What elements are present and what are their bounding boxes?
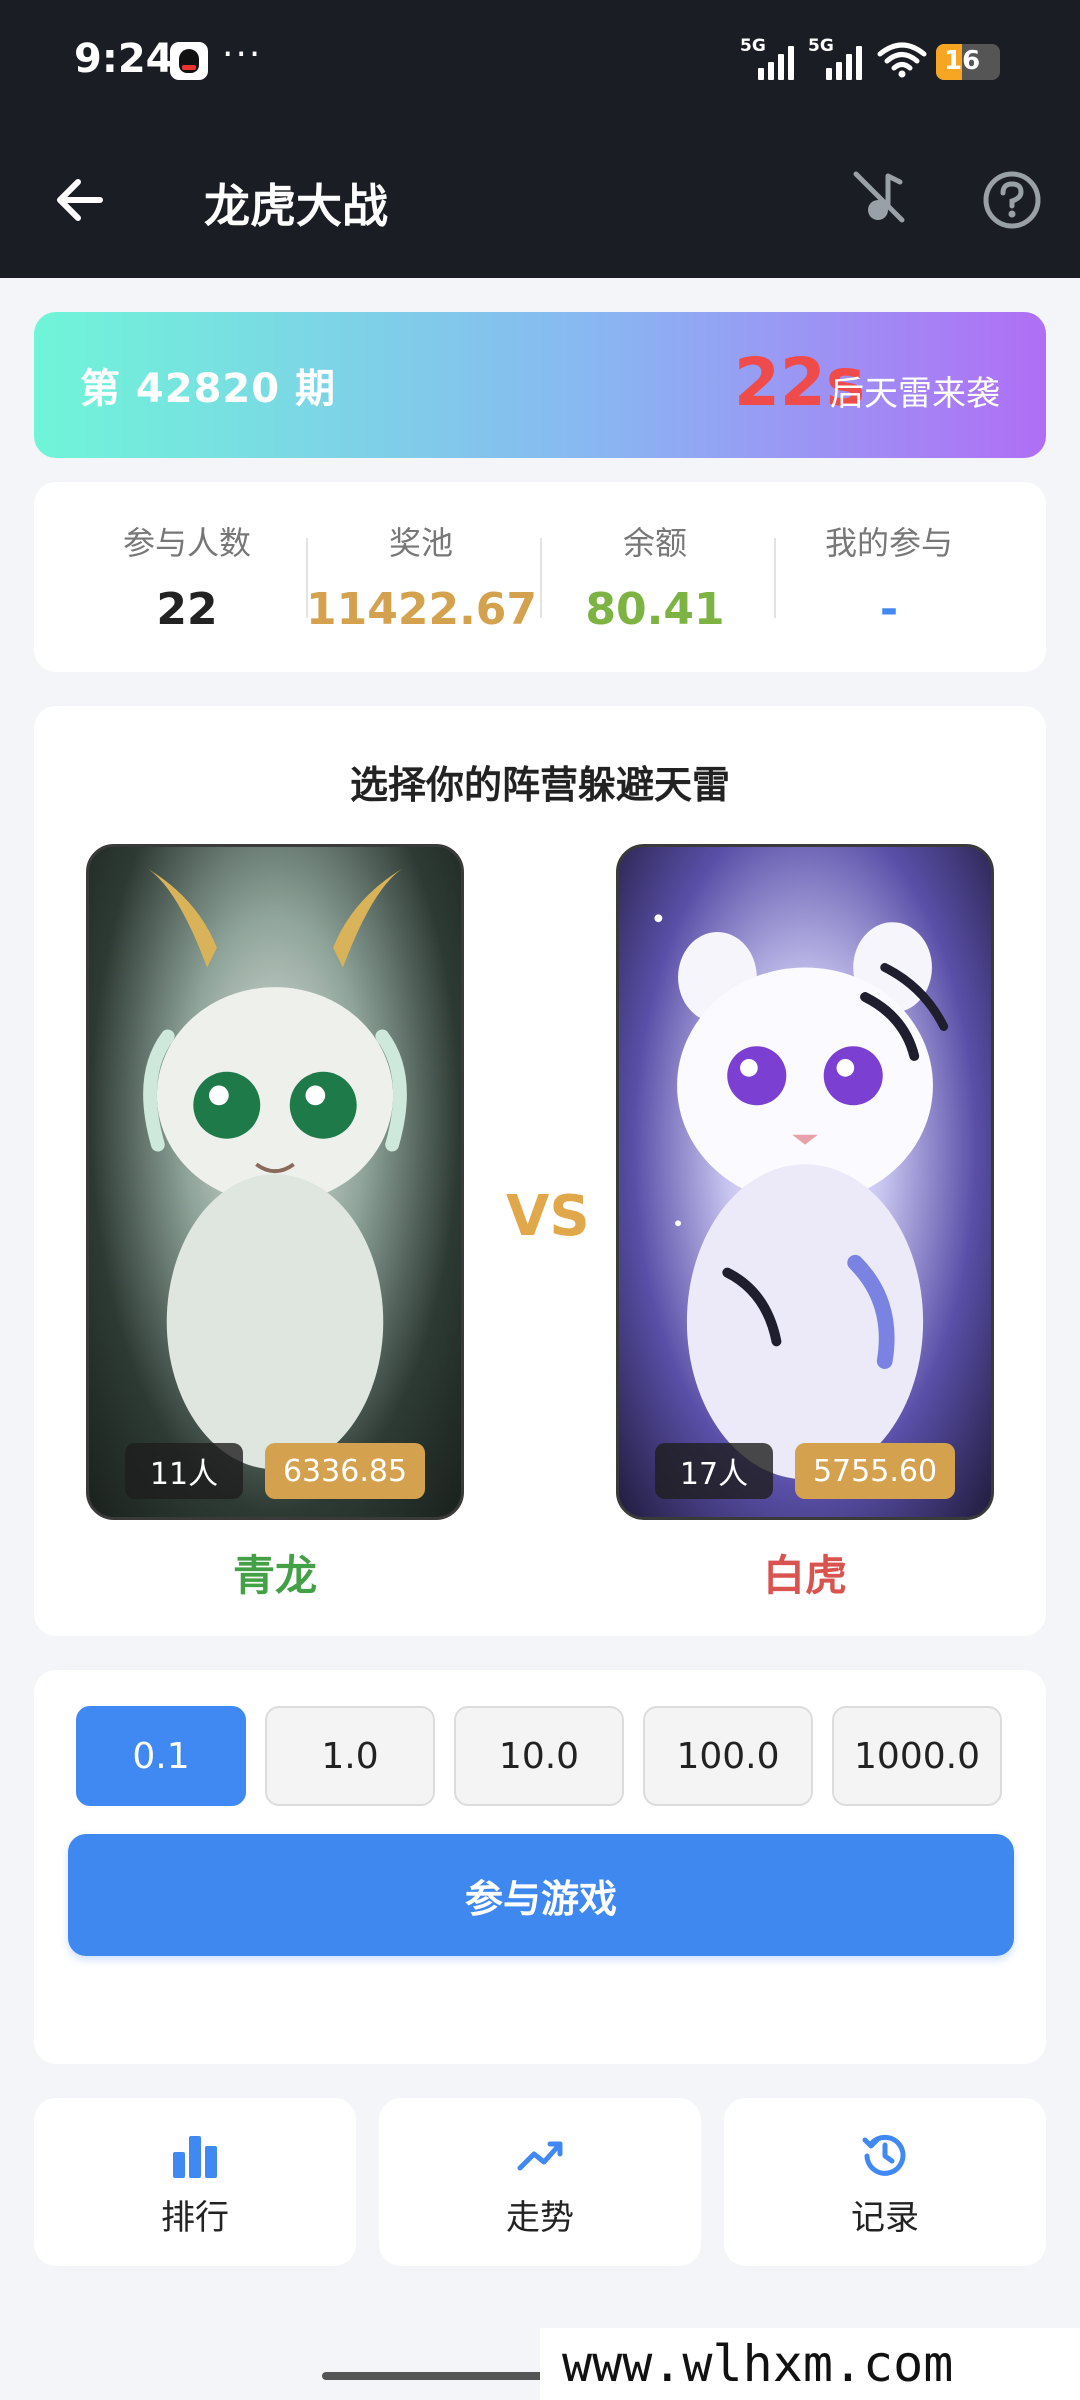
- signal-icon-2: 5G: [808, 36, 868, 80]
- status-bar: 9:24 ··· 5G 5G 16: [0, 0, 1080, 130]
- stat-label: 我的参与: [824, 524, 953, 562]
- tab-history[interactable]: 记录: [724, 2098, 1046, 2266]
- amount-option-1000.0[interactable]: 1000.0: [832, 1706, 1002, 1806]
- stat-value: 22: [156, 584, 218, 635]
- trend-icon: [517, 2141, 563, 2171]
- bet-card: 0.1 1.0 10.0 100.0 1000.0 参与游戏: [34, 1670, 1046, 2064]
- status-time: 9:24: [74, 36, 174, 82]
- stat-label: 奖池: [388, 524, 453, 562]
- battery-level: 16: [944, 46, 981, 76]
- page-title: 龙虎大战: [204, 179, 388, 233]
- tiger-name[interactable]: 白虎: [616, 1542, 994, 1603]
- countdown-suffix: 后天雷来袭: [830, 374, 1000, 414]
- help-icon[interactable]: [982, 170, 1042, 230]
- dragon-illustration: [143, 869, 407, 1470]
- qq-icon: [170, 42, 208, 80]
- status-more: ···: [222, 34, 263, 75]
- dragon-card[interactable]: 11人 6336.85: [86, 844, 464, 1520]
- tiger-illustration: [654, 914, 949, 1480]
- vs-label: VS: [506, 1184, 590, 1249]
- back-arrow-icon[interactable]: [52, 172, 108, 228]
- history-icon: [862, 2134, 906, 2176]
- stats-card: 参与人数 22 奖池 11422.67 余额 80.41 我的参与 -: [34, 482, 1046, 672]
- dragon-name[interactable]: 青龙: [86, 1542, 464, 1603]
- stat-label: 余额: [622, 524, 687, 562]
- stat-value: 11422.67: [306, 584, 538, 635]
- amount-option-100.0[interactable]: 100.0: [643, 1706, 813, 1806]
- period-banner: 第 42820 期 22s 后天雷来袭: [34, 312, 1046, 458]
- tab-label: 记录: [851, 2198, 919, 2238]
- faction-heading: 选择你的阵营躲避天雷: [349, 763, 730, 807]
- home-indicator[interactable]: [322, 2372, 562, 2380]
- amount-option-0.1[interactable]: 0.1: [76, 1706, 246, 1806]
- tab-label: 排行: [161, 2198, 229, 2238]
- wifi-icon: [877, 42, 927, 78]
- tab-trend[interactable]: 走势: [379, 2098, 701, 2266]
- faction-card: 选择你的阵营躲避天雷 11人 6336.85 VS 17人 5755.60 青龙…: [34, 706, 1046, 1636]
- signal-icon: 5G: [740, 36, 800, 80]
- stat-my-participation: 我的参与 -: [774, 518, 1004, 635]
- watermark: www.wlhxm.com: [540, 2328, 1080, 2400]
- stat-label: 参与人数: [122, 524, 251, 562]
- stat-participants: 参与人数 22: [72, 518, 302, 635]
- battery-icon: 16: [936, 44, 1000, 80]
- tiger-participant-count: 17人: [655, 1443, 773, 1499]
- stat-value: 80.41: [585, 584, 725, 635]
- stat-prize-pool: 奖池 11422.67: [306, 518, 538, 635]
- tiger-card[interactable]: 17人 5755.60: [616, 844, 994, 1520]
- bar-chart-icon: [173, 2136, 217, 2178]
- stat-value: -: [879, 584, 899, 635]
- dragon-pool-amount: 6336.85: [265, 1443, 425, 1499]
- tab-ranking[interactable]: 排行: [34, 2098, 356, 2266]
- music-off-icon[interactable]: [848, 166, 910, 228]
- tiger-pool-amount: 5755.60: [795, 1443, 955, 1499]
- dragon-participant-count: 11人: [125, 1443, 243, 1499]
- stat-balance: 余额 80.41: [540, 518, 770, 635]
- join-game-button[interactable]: 参与游戏: [68, 1834, 1014, 1956]
- period-issue: 第 42820 期: [80, 366, 337, 412]
- amount-option-10.0[interactable]: 10.0: [454, 1706, 624, 1806]
- amount-option-1.0[interactable]: 1.0: [265, 1706, 435, 1806]
- tab-label: 走势: [506, 2198, 574, 2238]
